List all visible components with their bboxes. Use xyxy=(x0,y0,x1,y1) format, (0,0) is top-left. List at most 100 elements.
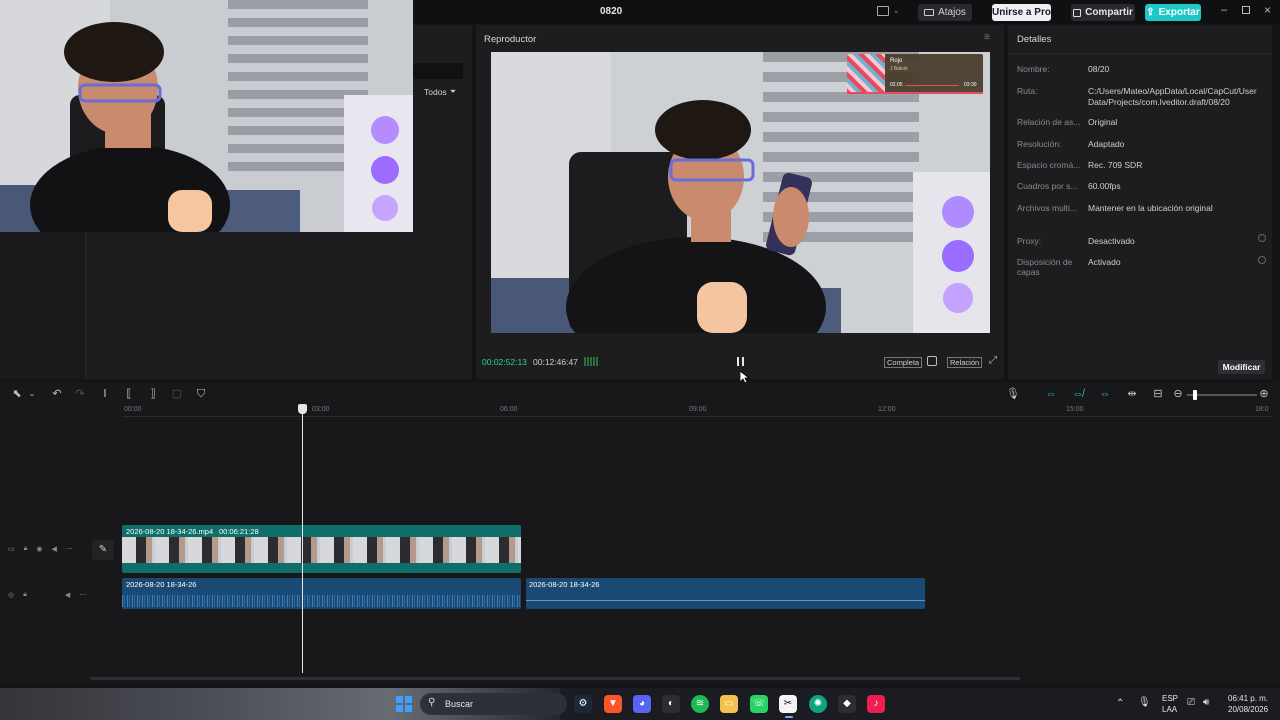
video-track-header: ▭ 🔒︎ ◉ ◀ ⋯ xyxy=(8,541,88,557)
trim-left-icon[interactable]: ⟦ xyxy=(122,387,136,401)
prop-label-proxy: Proxy: xyxy=(1017,236,1042,246)
audio-clip-name: 2026-08-20 18-34-26 xyxy=(529,580,600,589)
undo-icon[interactable]: ↶ xyxy=(50,387,64,401)
chevron-up-icon[interactable]: ⌃ xyxy=(1116,698,1124,709)
speaker-icon[interactable]: ◀ xyxy=(65,591,70,599)
volume-icon[interactable]: 🔊︎ xyxy=(1203,697,1209,708)
split-view-icon[interactable]: ⇹ xyxy=(1125,387,1139,401)
snapshot-icon[interactable] xyxy=(927,356,937,366)
audio-clip[interactable]: 2026-08-20 18-34-26 xyxy=(526,578,925,609)
join-pro-label: Unirse a Pro xyxy=(992,7,1051,18)
prop-value-path: C:/Users/Mateo/AppData/Local/CapCut/User… xyxy=(1088,86,1257,107)
ruler-tick: 06:00 xyxy=(500,406,518,413)
network-icon[interactable]: ⎚ xyxy=(1187,697,1195,708)
menu-icon[interactable]: ≡ xyxy=(984,32,990,43)
current-timecode: 00:02:52:13 xyxy=(482,357,527,367)
select-tool-icon[interactable]: ⬉ xyxy=(10,387,24,401)
more-icon[interactable]: ⋯ xyxy=(79,591,86,599)
layout-icon[interactable] xyxy=(877,6,889,16)
shield-icon[interactable]: ⛉ xyxy=(194,387,208,401)
delete-icon[interactable]: ▢ xyxy=(170,387,184,401)
zoom-slider-thumb[interactable] xyxy=(1193,390,1197,400)
discord-icon[interactable]: ◕ xyxy=(633,695,651,713)
project-title: 0820 xyxy=(600,6,623,17)
video-preview[interactable]: Rojo J Balvin 02:05 03:30 xyxy=(491,52,990,333)
maximize-icon[interactable] xyxy=(1242,6,1250,14)
more-icon[interactable]: ⋯ xyxy=(66,545,73,553)
ruler-line xyxy=(122,416,1272,417)
video-clip[interactable]: 2026-08-20 18-34-26.mp4 00:06:21:28 xyxy=(122,525,521,573)
media-search-field[interactable] xyxy=(413,63,463,79)
github-icon[interactable]: ◐ xyxy=(662,695,680,713)
file-explorer-icon[interactable]: ▭ xyxy=(720,695,738,713)
share-button[interactable]: Compartir xyxy=(1071,4,1135,21)
chatgpt-icon[interactable]: ✺ xyxy=(809,695,827,713)
media-app-icon[interactable]: ◆ xyxy=(838,695,856,713)
eye-icon[interactable]: ◉ xyxy=(36,545,42,553)
prop-value-layers: Activado xyxy=(1088,257,1121,267)
minimize-icon[interactable]: – xyxy=(1221,4,1227,16)
playhead[interactable] xyxy=(302,405,303,673)
widget-accent-bar xyxy=(847,92,983,94)
zoom-out-icon[interactable]: ⊖ xyxy=(1171,387,1185,401)
whatsapp-icon[interactable]: ☏ xyxy=(750,695,768,713)
steam-icon[interactable]: ⚙ xyxy=(574,695,592,713)
song-progress xyxy=(905,85,959,86)
modify-button[interactable]: Modificar xyxy=(1218,360,1265,374)
capcut-icon[interactable]: ✂ xyxy=(779,695,797,713)
timeline-scrollbar[interactable] xyxy=(90,677,1020,680)
filter-icon: ⏷ xyxy=(449,87,457,96)
prop-value-colorspace: Rec. 709 SDR xyxy=(1088,160,1143,170)
brave-icon[interactable]: ▼ xyxy=(604,695,622,713)
microphone-tray-icon[interactable]: 🎙 xyxy=(1138,697,1151,708)
export-icon: ⇪ xyxy=(1146,7,1155,18)
full-quality-button[interactable]: Completa xyxy=(884,357,923,368)
ruler-tick: 12:00 xyxy=(878,406,896,413)
filter-label: Todos xyxy=(424,87,447,97)
preview-axis-icon[interactable]: ⊟ xyxy=(1151,387,1165,401)
song-title: Rojo xyxy=(890,58,903,64)
trim-right-icon[interactable]: ⟧ xyxy=(146,387,160,401)
proxy-info-icon[interactable] xyxy=(1258,234,1266,242)
pause-icon[interactable] xyxy=(737,357,744,366)
chevron-down-icon[interactable]: ⌄ xyxy=(893,6,900,15)
lang-bottom[interactable]: LAA xyxy=(1162,705,1177,714)
taskbar-search[interactable]: ⚲ Buscar xyxy=(420,693,567,715)
close-icon[interactable]: × xyxy=(1264,3,1271,17)
clock-time[interactable]: 06:41 p. m. xyxy=(1228,694,1268,703)
split-icon[interactable]: Ⅰ xyxy=(98,387,112,401)
lock-icon[interactable]: 🔒︎ xyxy=(24,545,28,553)
windows-start-icon[interactable] xyxy=(396,696,412,712)
link-main-track-icon[interactable]: ⇔ xyxy=(1044,387,1058,401)
layers-info-icon[interactable] xyxy=(1258,256,1266,264)
fullscreen-icon[interactable]: ⤢ xyxy=(989,355,997,366)
chevron-down-icon[interactable]: ⌄ xyxy=(25,387,39,401)
zoom-in-icon[interactable]: ⊕ xyxy=(1257,387,1271,401)
spotify-icon[interactable]: ≋ xyxy=(691,695,709,713)
shortcuts-button[interactable]: Atajos xyxy=(918,4,972,21)
edit-cover-icon[interactable]: ✎ xyxy=(92,540,114,560)
ratio-button[interactable]: Relación xyxy=(947,357,983,368)
playhead-handle[interactable] xyxy=(298,404,307,414)
join-pro-button[interactable]: Unirse a Pro xyxy=(992,4,1051,21)
magnet-icon[interactable]: ⇎ xyxy=(1071,387,1085,401)
clock-date[interactable]: 20/08/2026 xyxy=(1228,705,1268,714)
link-clips-icon[interactable]: ⇔ xyxy=(1098,387,1112,401)
share-label: Compartir xyxy=(1085,7,1133,18)
redo-icon[interactable]: ↷ xyxy=(73,387,87,401)
filter-button[interactable]: Todos ⏷ xyxy=(424,87,456,97)
webcam-overlay xyxy=(0,0,413,232)
lang-top[interactable]: ESP xyxy=(1162,694,1178,703)
modify-label: Modificar xyxy=(1222,362,1261,372)
audio-clip[interactable]: 2026-08-20 18-34-26 xyxy=(122,578,521,609)
microphone-icon[interactable]: 🎙 xyxy=(1006,387,1020,401)
export-button[interactable]: ⇪ Exportar xyxy=(1145,4,1201,21)
prop-value-media-files: Mantener en la ubicación original xyxy=(1088,203,1213,213)
cover-icon[interactable]: ▭ xyxy=(8,545,15,553)
audio-link-icon[interactable]: ◎ xyxy=(8,591,14,599)
lock-icon[interactable]: 🔒︎ xyxy=(23,591,27,599)
tiktok-icon[interactable]: ♪ xyxy=(867,695,885,713)
zoom-slider[interactable] xyxy=(1187,390,1257,400)
search-icon: ⚲ xyxy=(428,697,436,708)
speaker-icon[interactable]: ◀ xyxy=(51,545,56,553)
